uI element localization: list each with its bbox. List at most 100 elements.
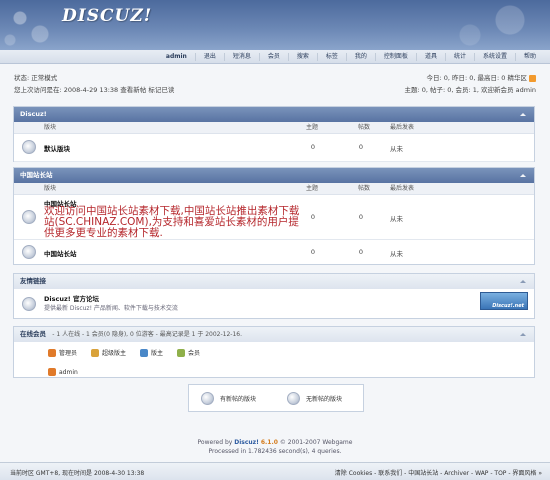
nav-item[interactable]: 短消息	[223, 53, 259, 61]
decorative-swirl-right	[410, 0, 550, 50]
footer-link[interactable]: Archiver	[444, 470, 469, 477]
nav-items: admin 退出 短消息 会员 搜索 标签 我的 控制面板 道具 统计 系统设置 帮助	[158, 53, 544, 61]
legend-member: 会员	[177, 348, 200, 357]
category-discuz: Discuz! 版块 主题 帖数 最后发表 默认版块 0 0 从未	[13, 106, 535, 162]
site-header: DISCUZ!	[0, 0, 550, 50]
post-count: 0	[358, 213, 364, 221]
online-users-panel: 在线会员 - 1 人在线 - 1 会员(0 隐身), 0 位游客 - 最高记录是…	[13, 326, 535, 378]
icon-legend: 有新帖的版块 无新帖的版块	[188, 384, 364, 412]
footer-links: 清除 Cookies - 联系我们 - 中国站长站 - Archiver - W…	[335, 468, 542, 477]
link-icon	[22, 297, 36, 311]
last-visit[interactable]: 您上次访问是在: 2008-4-29 13:38 查看新帖 标记已读	[14, 84, 174, 96]
footer-link[interactable]: WAP	[475, 470, 488, 477]
new-posts-icon	[201, 392, 214, 405]
admin-user-icon	[48, 348, 56, 357]
nav-item[interactable]: 标签	[316, 53, 346, 61]
discuz-banner-logo[interactable]: Discuz!.net	[480, 292, 528, 310]
col-forum: 版块	[44, 185, 57, 192]
promo-overlay-text: 欢迎访问中国站长站素材下载,中国站长站推出素材下载站(SC.CHINAZ.COM…	[44, 205, 300, 239]
online-meta: - 1 人在线 - 1 会员(0 隐身), 0 位游客 - 最高记录是 1 于 …	[52, 331, 243, 338]
collapse-icon[interactable]	[520, 112, 526, 117]
collapse-icon[interactable]	[520, 279, 526, 284]
forum-row: 中国站长站 0 0 从未	[14, 240, 534, 265]
col-topics: 主题	[306, 185, 319, 192]
col-topics: 主题	[306, 124, 319, 131]
footer-link[interactable]: 清除 Cookies	[335, 470, 372, 477]
decorative-swirl	[0, 0, 70, 50]
nav-item[interactable]: 会员	[258, 53, 288, 61]
nav-item[interactable]: 退出	[194, 53, 224, 61]
mod-user-icon	[140, 348, 149, 357]
status-info: 状态: 正常模式 您上次访问是在: 2008-4-29 13:38 查看新帖 标…	[14, 72, 174, 96]
timezone-info: 当前时区 GMT+8, 现在时间是 2008-4-30 13:38	[10, 470, 145, 477]
powered-by: Powered by Discuz! 6.1.0 © 2001-2007 Web…	[197, 439, 353, 446]
page-footer: 当前时区 GMT+8, 现在时间是 2008-4-30 13:38 清除 Coo…	[0, 462, 550, 480]
friend-links-title: 友情链接	[20, 277, 46, 285]
last-post: 从未	[390, 145, 403, 153]
stats-info: 今日: 0, 昨日: 0, 最高日: 0 精华区 主题: 0, 帖子: 0, 会…	[404, 72, 536, 96]
friend-links-panel: 友情链接 Discuz! 官方论坛 提供最新 Discuz! 产品新闻、软件下载…	[13, 273, 535, 319]
today-stats: 今日: 0, 昨日: 0, 最高日: 0 精华区	[404, 72, 536, 84]
col-last: 最后发表	[390, 185, 415, 192]
supermod-user-icon	[91, 348, 100, 357]
topic-count: 0	[310, 213, 316, 221]
nav-item[interactable]: 系统设置	[473, 53, 515, 61]
topic-count: 0	[310, 248, 316, 256]
product-version: 6.1.0	[260, 439, 278, 446]
column-header: 版块 主题 帖数 最后发表	[14, 183, 534, 195]
forum-status-icon	[22, 245, 36, 259]
forum-name[interactable]: 中国站长站	[44, 248, 77, 258]
col-posts: 帖数	[358, 185, 371, 192]
forum-status-icon	[22, 140, 36, 154]
user-group-legend: 管理员 超级版主 版主 会员	[48, 348, 200, 357]
nav-item[interactable]: admin	[158, 53, 195, 61]
category-chinaz: 中国站长站 版块 主题 帖数 最后发表 中国站长站 欢迎访问中国站长站素材下载,…	[13, 167, 535, 265]
site-logo[interactable]: DISCUZ!	[62, 6, 152, 26]
nav-item[interactable]: 统计	[444, 53, 474, 61]
footer-link[interactable]: 联系我们	[378, 470, 402, 477]
online-username[interactable]: admin	[59, 369, 78, 376]
processed-info: Processed in 1.782436 second(s), 4 queri…	[208, 448, 342, 455]
post-count: 0	[358, 248, 364, 256]
legend-new: 有新帖的版块	[201, 392, 256, 405]
nav-item[interactable]: 我的	[345, 53, 375, 61]
footer-link[interactable]: TOP	[494, 470, 506, 477]
no-new-posts-icon	[287, 392, 300, 405]
online-title: 在线会员	[20, 330, 46, 338]
col-last: 最后发表	[390, 124, 415, 131]
legend-supermod: 超级版主	[91, 348, 126, 357]
nav-item[interactable]: 搜索	[287, 53, 317, 61]
admin-user-icon	[48, 368, 56, 376]
forum-name[interactable]: 默认版块	[44, 143, 70, 153]
category-header[interactable]: 中国站长站	[14, 168, 534, 183]
online-header[interactable]: 在线会员 - 1 人在线 - 1 会员(0 隐身), 0 位游客 - 最高记录是…	[14, 327, 534, 342]
friend-link-row: Discuz! 官方论坛 提供最新 Discuz! 产品新闻、软件下载与技术交流…	[14, 289, 534, 319]
nav-item[interactable]: 控制面板	[374, 53, 416, 61]
category-header[interactable]: Discuz!	[14, 107, 534, 122]
product-link[interactable]: Discuz!	[234, 439, 259, 446]
category-title[interactable]: Discuz!	[20, 110, 47, 118]
footer-link[interactable]: 界面风格 »	[512, 470, 542, 477]
rss-icon[interactable]	[529, 74, 536, 82]
col-forum: 版块	[44, 124, 57, 131]
col-posts: 帖数	[358, 124, 371, 131]
footer-link[interactable]: 中国站长站	[408, 470, 438, 477]
legend-nonew: 无新帖的版块	[287, 392, 342, 405]
category-title[interactable]: 中国站长站	[20, 171, 53, 179]
main-nav: admin 退出 短消息 会员 搜索 标签 我的 控制面板 道具 统计 系统设置 帮助	[0, 50, 550, 64]
collapse-icon[interactable]	[520, 332, 526, 337]
online-body: 管理员 超级版主 版主 会员 admin	[14, 342, 534, 378]
last-post: 从未	[390, 215, 403, 223]
forum-row: 中国站长站 欢迎访问中国站长站素材下载,中国站长站推出素材下载站(SC.CHIN…	[14, 195, 534, 240]
friend-links-header[interactable]: 友情链接	[14, 274, 534, 289]
collapse-icon[interactable]	[520, 173, 526, 178]
column-header: 版块 主题 帖数 最后发表	[14, 122, 534, 134]
nav-item[interactable]: 道具	[415, 53, 445, 61]
topic-count: 0	[310, 143, 316, 151]
status-mode: 状态: 正常模式	[14, 74, 58, 82]
friend-link-desc: 提供最新 Discuz! 产品新闻、软件下载与技术交流	[44, 305, 178, 312]
post-count: 0	[358, 143, 364, 151]
online-user[interactable]: admin	[48, 368, 78, 376]
nav-item[interactable]: 帮助	[514, 53, 544, 61]
friend-link-title[interactable]: Discuz! 官方论坛	[44, 293, 99, 303]
